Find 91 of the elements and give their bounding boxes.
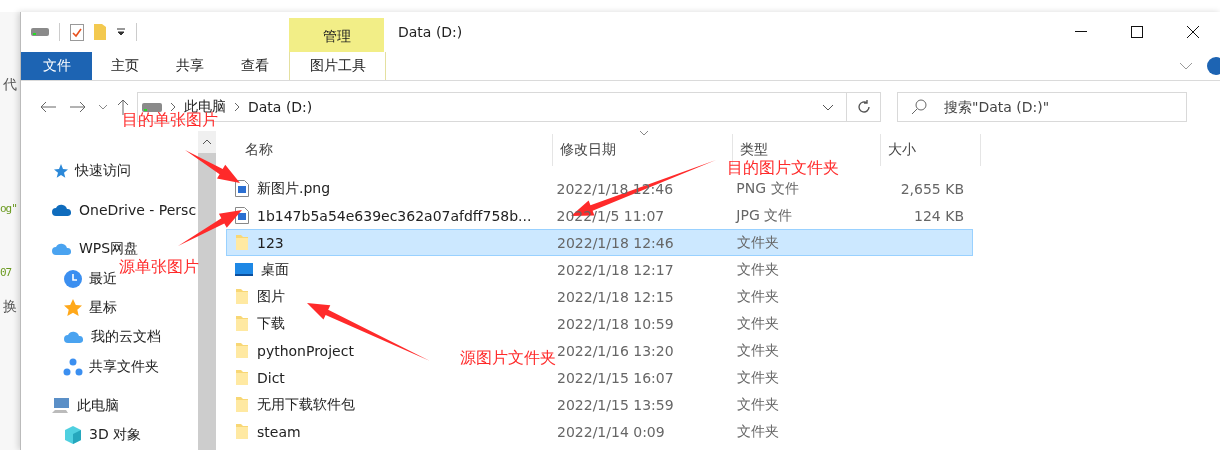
folder-icon bbox=[235, 234, 249, 251]
ribbon-tab[interactable]: 图片工具 bbox=[289, 52, 386, 80]
editor-text: 换 bbox=[3, 298, 17, 316]
scrollbar[interactable] bbox=[198, 131, 216, 450]
navigation-item[interactable]: 快速访问 bbox=[51, 156, 131, 186]
navigation-item[interactable]: 我的云文档 bbox=[63, 322, 161, 352]
star-icon bbox=[63, 298, 83, 318]
drive-icon bbox=[31, 28, 49, 36]
window-title: Data (D:) bbox=[398, 24, 464, 40]
clock-icon bbox=[63, 268, 83, 289]
code-text: og" bbox=[0, 202, 17, 215]
share-icon bbox=[63, 357, 83, 376]
type-cell-text: 文件夹 bbox=[736, 422, 780, 441]
breadcrumb[interactable]: Data (D:) bbox=[248, 99, 313, 115]
size-cell-text: 124 KB bbox=[913, 207, 965, 224]
refresh-icon bbox=[855, 99, 872, 115]
type-cell-text: 文件夹 bbox=[736, 368, 780, 387]
folder-icon bbox=[235, 315, 249, 332]
minimize-icon bbox=[1075, 31, 1087, 33]
type-cell-text: 文件夹 bbox=[736, 287, 780, 306]
column-header[interactable]: 大小 bbox=[881, 134, 981, 166]
caret-icon[interactable] bbox=[116, 28, 126, 36]
annotation-label: 源图片文件夹 bbox=[460, 348, 556, 369]
file-name: steam bbox=[257, 423, 301, 440]
star-icon bbox=[51, 162, 69, 179]
selected-row-highlight[interactable]: 123 2022/1/18 12:46 文件夹 bbox=[226, 229, 973, 256]
navigation-item[interactable]: OneDrive - Persc bbox=[51, 195, 197, 225]
chevron-icon bbox=[170, 102, 176, 112]
refresh-button[interactable] bbox=[847, 92, 881, 122]
annotation-label: 源单张图片 bbox=[119, 257, 199, 278]
drive-icon bbox=[142, 102, 162, 112]
code-text: 07 bbox=[0, 266, 12, 279]
file-name: 1b147b5a54e639ec362a07afdff758b... bbox=[257, 207, 532, 224]
cloud-icon bbox=[51, 242, 73, 257]
ribbon-tab[interactable]: 文件 bbox=[21, 52, 92, 80]
navigation-item[interactable]: 3D 对象 bbox=[63, 420, 142, 450]
date-cell-text: 2022/1/5 11:07 bbox=[555, 207, 666, 224]
date-cell-text: 2022/1/15 13:59 bbox=[556, 396, 675, 413]
navigation-item[interactable]: 共享文件夹 bbox=[63, 351, 159, 382]
sort-caret-icon bbox=[639, 130, 649, 136]
search-icon bbox=[911, 99, 927, 115]
date-cell-text: 2022/1/18 12:46 bbox=[556, 234, 675, 251]
column-header[interactable]: 名称 bbox=[231, 134, 553, 166]
date-cell-text: 2022/1/16 13:20 bbox=[556, 342, 675, 359]
file-name: 无用下载软件包 bbox=[257, 395, 355, 414]
date-cell-text: 2022/1/18 10:59 bbox=[556, 315, 675, 332]
file-name: 桌面 bbox=[261, 260, 289, 279]
cloud-icon bbox=[51, 203, 73, 217]
type-cell-text: 文件夹 bbox=[736, 233, 780, 252]
navigation-item[interactable]: 此电脑 bbox=[51, 391, 119, 421]
file-name: 图片 bbox=[257, 287, 285, 306]
chevron-icon bbox=[234, 102, 240, 112]
navigation-item[interactable]: 星标 bbox=[63, 293, 117, 323]
file-name: 新图片.png bbox=[257, 179, 331, 198]
dropdown-icon[interactable] bbox=[822, 103, 834, 111]
arrow bbox=[185, 150, 240, 183]
cube-icon bbox=[63, 425, 83, 446]
date-cell-text: 2022/1/15 16:07 bbox=[556, 369, 675, 386]
image-file-icon bbox=[235, 180, 249, 197]
date-cell-text: 2022/1/14 0:09 bbox=[556, 423, 666, 440]
type-cell-text: 文件夹 bbox=[736, 260, 780, 279]
folder-icon bbox=[235, 396, 249, 413]
contextual-tab-header: 管理 bbox=[289, 18, 384, 52]
editor-text: 代 bbox=[3, 76, 17, 94]
expand-ribbon-icon[interactable] bbox=[1179, 62, 1193, 70]
navigation-item[interactable]: 最近 bbox=[63, 264, 117, 294]
computer-icon bbox=[51, 396, 71, 415]
folder-icon bbox=[235, 369, 249, 386]
type-cell-text: JPG 文件 bbox=[734, 206, 794, 225]
desktop-icon bbox=[235, 262, 253, 277]
type-cell-text: 文件夹 bbox=[736, 341, 780, 360]
maximize-icon bbox=[1131, 26, 1143, 38]
cloud-icon bbox=[63, 330, 85, 345]
search-field[interactable]: 搜索"Data (D:)" bbox=[897, 92, 1187, 122]
file-name: 123 bbox=[257, 234, 284, 251]
size-cell-text: 2,655 KB bbox=[899, 180, 965, 197]
properties-icon[interactable] bbox=[70, 23, 84, 41]
date-cell-text: 2022/1/18 12:15 bbox=[556, 288, 675, 305]
file-name: pythonProject bbox=[257, 342, 354, 359]
folder-icon bbox=[235, 288, 249, 305]
type-cell-text: 文件夹 bbox=[736, 314, 780, 333]
scroll-up-icon bbox=[202, 139, 212, 145]
close-icon bbox=[1187, 26, 1199, 38]
help-icon[interactable] bbox=[1207, 57, 1220, 75]
type-cell-text: 文件夹 bbox=[736, 395, 780, 414]
type-cell-text: PNG 文件 bbox=[735, 179, 800, 198]
file-name: 下载 bbox=[257, 314, 285, 333]
file-name: Dict bbox=[257, 369, 285, 386]
date-cell-text: 2022/1/18 12:17 bbox=[556, 261, 675, 278]
folder-icon bbox=[235, 342, 249, 359]
folder-icon bbox=[235, 423, 249, 440]
